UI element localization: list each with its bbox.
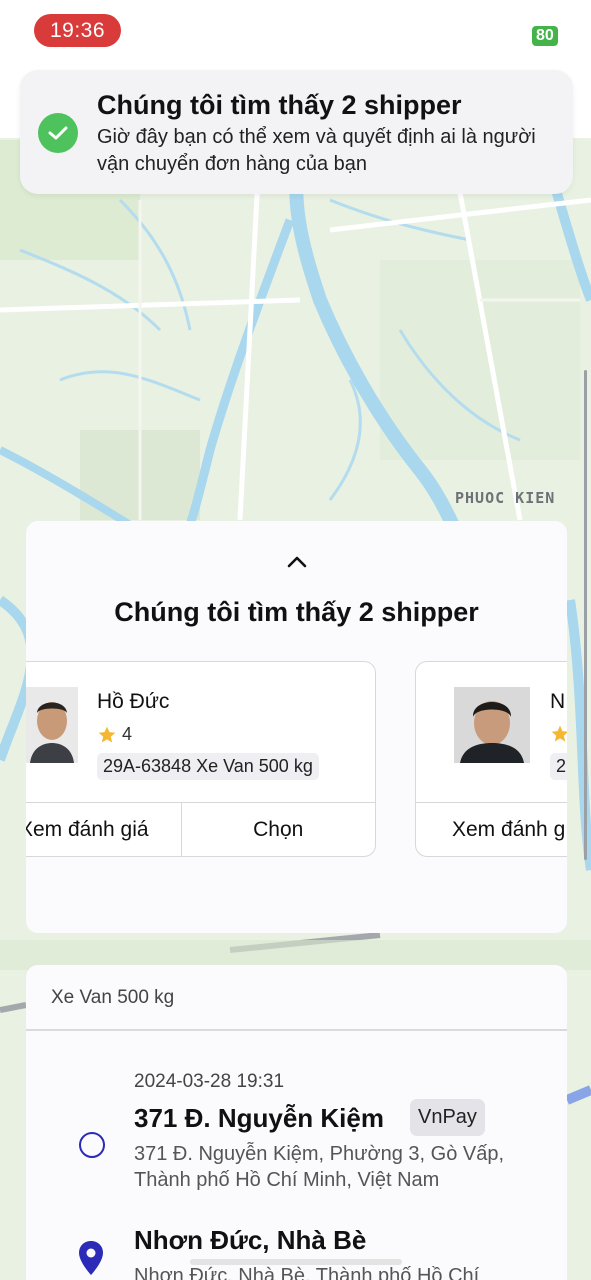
payment-badge: VnPay: [410, 1099, 485, 1136]
map-place-label: PHUOC KIEN: [455, 489, 556, 507]
view-reviews-button[interactable]: Xem đánh g: [416, 803, 567, 856]
dropoff-address: Nhơn Đức, Nhà Bè, Thành phố Hồ Chí: [134, 1265, 480, 1280]
star-icon: [98, 726, 116, 742]
driver-rating: [550, 724, 567, 744]
map-scrollbar[interactable]: [584, 370, 587, 860]
check-circle-icon: [38, 113, 78, 153]
choose-driver-button[interactable]: Chọn: [182, 803, 376, 856]
card-actions: Xem đánh g: [416, 802, 567, 856]
divider: [26, 1029, 567, 1031]
chevron-up-icon[interactable]: [286, 555, 308, 569]
driver-avatar: [454, 687, 530, 763]
banner-message: Giờ đây bạn có thể xem và quyết định ai …: [97, 126, 536, 175]
vehicle-type: Xe Van 500 kg: [51, 987, 175, 1008]
driver-name: Hồ Đức: [97, 690, 170, 713]
rating-value: 4: [122, 724, 133, 744]
status-time: 19:36: [34, 14, 121, 47]
pickup-title: 371 Đ. Nguyễn Kiệm: [134, 1103, 384, 1133]
vehicle-plate: 29A-63848 Xe Van 500 kg: [97, 753, 319, 780]
order-panel: Xe Van 500 kg 2024-03-28 19:31 371 Đ. Ng…: [26, 965, 567, 1280]
notification-banner[interactable]: Chúng tôi tìm thấy 2 shipper Giờ đây bạn…: [20, 70, 573, 194]
banner-title: Chúng tôi tìm thấy 2 shipper: [97, 90, 462, 120]
card-actions: Xem đánh giá Chọn: [26, 802, 375, 856]
driver-card[interactable]: N 2 Xem đánh g: [415, 661, 567, 857]
driver-card[interactable]: Hồ Đức 4 29A-63848 Xe Van 500 kg Xem đán…: [26, 661, 376, 857]
home-indicator[interactable]: [190, 1259, 402, 1265]
view-reviews-button[interactable]: Xem đánh giá: [26, 803, 182, 856]
driver-name: N: [550, 690, 566, 713]
star-icon: [551, 725, 567, 742]
driver-rating: 4: [97, 724, 132, 745]
driver-avatar: [26, 687, 78, 763]
order-datetime: 2024-03-28 19:31: [134, 1071, 285, 1092]
battery-indicator: 80: [532, 26, 558, 46]
dropoff-title: Nhơn Đức, Nhà Bè: [134, 1225, 367, 1255]
driver-sheet: Chúng tôi tìm thấy 2 shipper Hồ Đức 4 29…: [26, 521, 567, 933]
location-pin-icon: [79, 1241, 103, 1275]
vehicle-plate: 2: [550, 753, 567, 780]
pickup-address: 371 Đ. Nguyễn Kiệm, Phường 3, Gò Vấp, Th…: [134, 1143, 505, 1191]
sheet-title: Chúng tôi tìm thấy 2 shipper: [114, 597, 479, 627]
pickup-marker-icon: [79, 1132, 105, 1158]
